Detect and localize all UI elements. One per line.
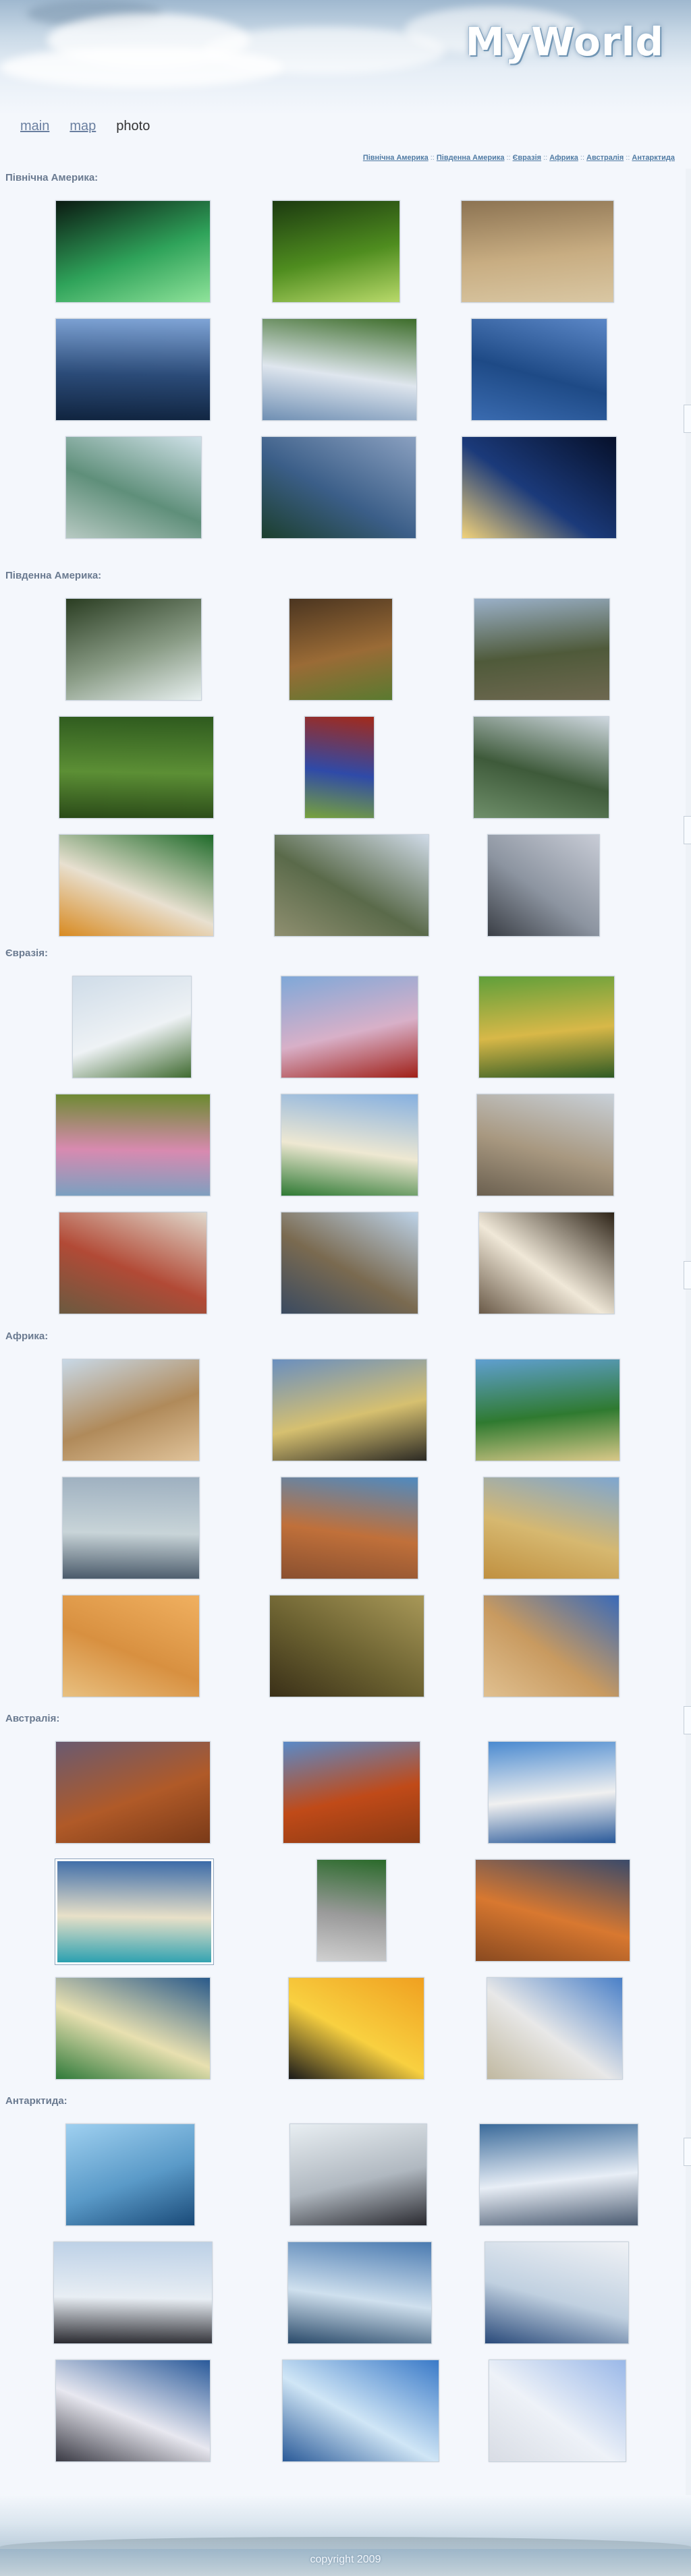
link-north-america[interactable]: Північна Америка: [363, 154, 429, 162]
section-title: Євразія:: [5, 947, 48, 959]
photo-thumbnail[interactable]: [62, 1477, 200, 1579]
photo-thumbnail[interactable]: [475, 1859, 630, 1962]
photo-thumbnail[interactable]: [55, 1094, 211, 1196]
photo-thumbnail[interactable]: [55, 2360, 211, 2462]
photo-thumbnail[interactable]: [475, 1359, 620, 1461]
photo-thumbnail[interactable]: [53, 2242, 213, 2344]
section-title: Австралія:: [5, 1713, 60, 1724]
main-nav: main map photo: [20, 119, 150, 134]
photo-thumbnail[interactable]: [261, 436, 416, 539]
photo-thumbnail[interactable]: [65, 436, 202, 539]
scroll-tab[interactable]: [684, 1261, 691, 1289]
photo-thumbnail[interactable]: [462, 436, 617, 539]
photo-thumbnail[interactable]: [474, 598, 610, 701]
photo-thumbnail[interactable]: [283, 1741, 420, 1844]
photo-thumbnail[interactable]: [272, 200, 400, 303]
photo-thumbnail[interactable]: [281, 1477, 418, 1579]
scroll-tab[interactable]: [684, 405, 691, 433]
photo-thumbnail[interactable]: [487, 834, 600, 937]
section-title: Антарктида:: [5, 2095, 67, 2107]
site-logo[interactable]: MyWorld: [466, 19, 664, 65]
photo-thumbnail[interactable]: [281, 976, 418, 1078]
link-antarctica[interactable]: Антарктида: [632, 154, 675, 162]
photo-thumbnail[interactable]: [274, 834, 429, 937]
continent-links: Північна Америка:: Південна Америка:: Євра…: [362, 154, 675, 162]
photo-thumbnail[interactable]: [55, 318, 211, 421]
photo-thumbnail[interactable]: [487, 1977, 623, 2080]
photo-thumbnail[interactable]: [62, 1595, 200, 1697]
photo-thumbnail[interactable]: [485, 2242, 629, 2344]
photo-thumbnail[interactable]: [289, 598, 393, 701]
photo-thumbnail[interactable]: [281, 1212, 418, 1314]
photo-thumbnail[interactable]: [288, 1977, 424, 2080]
photo-thumbnail[interactable]: [59, 716, 214, 819]
photo-thumbnail[interactable]: [304, 716, 375, 819]
header-banner: MyWorld: [0, 0, 691, 115]
photo-thumbnail[interactable]: [479, 2124, 638, 2226]
photo-thumbnail[interactable]: [281, 1094, 418, 1196]
scroll-tab[interactable]: [684, 1706, 691, 1734]
photo-thumbnail[interactable]: [489, 2360, 626, 2462]
photo-thumbnail[interactable]: [287, 2242, 432, 2344]
photo-thumbnail[interactable]: [272, 1359, 427, 1461]
nav-map[interactable]: map: [70, 119, 96, 134]
scroll-tab[interactable]: [684, 816, 691, 844]
copyright-text: copyright 2009: [310, 2554, 381, 2565]
photo-thumbnail[interactable]: [59, 834, 214, 937]
photo-thumbnail[interactable]: [72, 976, 192, 1078]
photo-thumbnail[interactable]: [478, 976, 615, 1078]
photo-thumbnail[interactable]: [289, 2124, 427, 2226]
photo-thumbnail[interactable]: [65, 598, 202, 701]
link-australia[interactable]: Австралія: [586, 154, 624, 162]
photo-thumbnail[interactable]: [488, 1741, 616, 1844]
scroll-tab[interactable]: [684, 2138, 691, 2166]
photo-thumbnail[interactable]: [483, 1595, 619, 1697]
photo-thumbnail[interactable]: [55, 200, 211, 303]
section-title: Африка:: [5, 1330, 49, 1342]
photo-thumbnail[interactable]: [269, 1595, 424, 1697]
photo-thumbnail[interactable]: [62, 1359, 200, 1461]
nav-main[interactable]: main: [20, 119, 49, 134]
photo-thumbnail[interactable]: [55, 1741, 211, 1844]
photo-thumbnail[interactable]: [55, 1977, 211, 2080]
link-eurasia[interactable]: Євразія: [513, 154, 542, 162]
photo-thumbnail[interactable]: [262, 318, 417, 421]
photo-thumbnail[interactable]: [461, 200, 614, 303]
link-south-america[interactable]: Південна Америка: [437, 154, 505, 162]
photo-thumbnail[interactable]: [476, 1094, 614, 1196]
photo-thumbnail[interactable]: [473, 716, 609, 819]
section-title: Північна Америка:: [5, 172, 99, 183]
photo-thumbnail[interactable]: [483, 1477, 619, 1579]
photo-thumbnail[interactable]: [478, 1212, 615, 1314]
photo-thumbnail[interactable]: [59, 1212, 207, 1314]
photo-thumbnail[interactable]: [282, 2360, 439, 2462]
photo-thumbnail[interactable]: [316, 1859, 387, 1962]
nav-photo-current: photo: [116, 119, 150, 134]
photo-thumbnail[interactable]: [471, 318, 607, 421]
section-title: Південна Америка:: [5, 570, 102, 581]
link-africa[interactable]: Африка: [549, 154, 578, 162]
photo-thumbnail[interactable]: [55, 1858, 214, 1965]
photo-thumbnail[interactable]: [65, 2124, 195, 2226]
